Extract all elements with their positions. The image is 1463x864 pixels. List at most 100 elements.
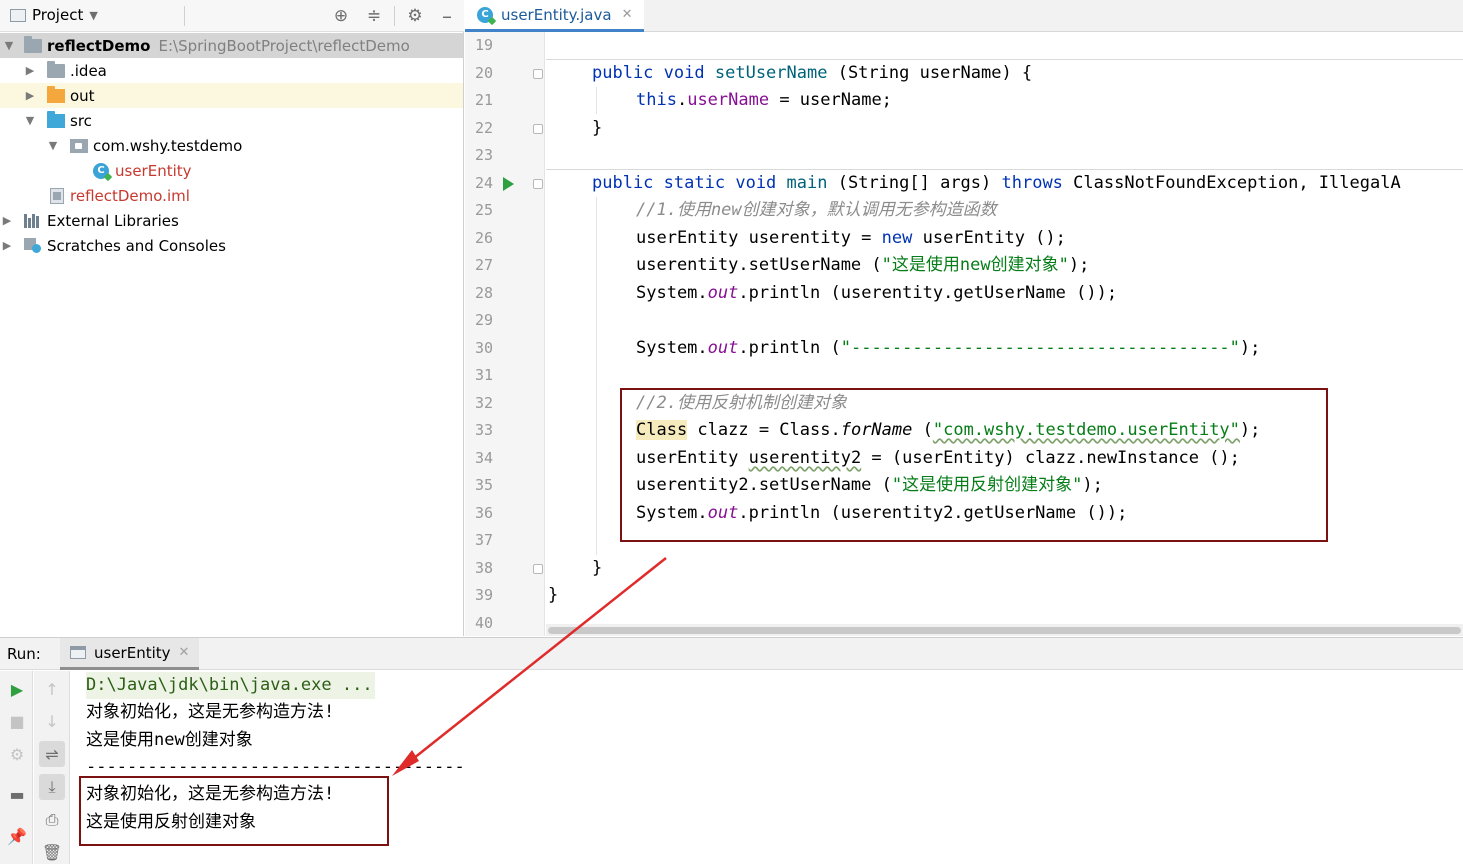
line-number: 19 xyxy=(474,36,493,54)
locate-file-icon[interactable]: ⊕ xyxy=(330,5,352,27)
collapsed-arrow-icon[interactable]: ▶ xyxy=(0,214,14,227)
tree-item-idea[interactable]: ▶ .idea xyxy=(0,58,463,83)
gear-icon[interactable]: ⚙ xyxy=(404,5,426,27)
line-number: 31 xyxy=(474,366,493,384)
java-class-icon: C xyxy=(93,162,109,179)
annotation-box-reflection-code xyxy=(620,388,1328,542)
collapse-all-icon[interactable]: ≑ xyxy=(363,5,385,27)
scratches-icon xyxy=(24,237,42,254)
run-toolbar-secondary: ↑ ↓ ⇌ ⤓ ⎙ 🗑 xyxy=(34,671,70,864)
editor-gutter: 19 20 21 22 23 24 25 26 27 28 29 30 31 3… xyxy=(465,32,545,636)
scroll-up-icon[interactable]: ↑ xyxy=(39,676,65,702)
trash-icon[interactable]: 🗑 xyxy=(39,839,65,864)
line-number: 23 xyxy=(474,146,493,164)
tree-item-out[interactable]: ▶ out xyxy=(0,83,463,108)
code-line-26: userEntity userentity = new userEntity (… xyxy=(636,228,1066,248)
run-tab-userentity[interactable]: userEntity ✕ xyxy=(60,638,200,670)
code-line-38: } xyxy=(592,558,603,578)
tree-item-label: reflectDemo xyxy=(47,36,151,55)
collapsed-arrow-icon[interactable]: ▶ xyxy=(23,89,37,102)
line-number: 28 xyxy=(474,284,493,302)
expanded-arrow-icon[interactable]: ▼ xyxy=(23,114,37,127)
header-divider xyxy=(394,6,395,26)
close-tab-icon[interactable]: ✕ xyxy=(622,7,633,22)
tree-item-external-libraries[interactable]: ▶ External Libraries xyxy=(0,208,463,233)
fold-marker-icon[interactable] xyxy=(533,69,543,79)
fold-marker-icon[interactable] xyxy=(533,564,543,574)
line-number: 36 xyxy=(474,504,493,522)
code-line-20: public void setUserName (String userName… xyxy=(592,63,1033,83)
close-tab-icon[interactable]: ✕ xyxy=(179,645,190,660)
print-icon[interactable]: ⎙ xyxy=(39,807,65,833)
tree-item-label: .idea xyxy=(70,61,107,80)
module-folder-icon xyxy=(24,35,42,53)
console-line-command[interactable]: D:\Java\jdk\bin\java.exe ... xyxy=(86,672,375,699)
hide-panel-icon[interactable]: – xyxy=(436,4,458,28)
run-gutter-icon[interactable] xyxy=(503,177,514,191)
tree-item-userentity[interactable]: C userEntity xyxy=(0,158,463,183)
indent-guide xyxy=(596,87,597,114)
line-number: 32 xyxy=(474,394,493,412)
package-icon xyxy=(70,138,88,153)
rerun-icon[interactable]: ▶ xyxy=(4,676,30,702)
fold-marker-icon[interactable] xyxy=(533,179,543,189)
collapsed-arrow-icon[interactable]: ▶ xyxy=(0,239,14,252)
scroll-down-icon[interactable]: ↓ xyxy=(39,708,65,734)
code-line-25: //1.使用new创建对象，默认调用无参构造函数 xyxy=(636,200,997,220)
line-number: 40 xyxy=(474,614,493,632)
code-editor[interactable]: public void setUserName (String userName… xyxy=(546,32,1463,636)
folder-icon xyxy=(47,60,65,78)
line-number: 34 xyxy=(474,449,493,467)
project-view-title: Project xyxy=(32,6,84,24)
libraries-icon xyxy=(24,213,42,228)
fold-marker-icon[interactable] xyxy=(533,124,543,134)
module-file-icon xyxy=(50,187,64,204)
code-line-27: userentity.setUserName ("这是使用new创建对象"); xyxy=(636,255,1090,275)
tree-item-package[interactable]: ▼ com.wshy.testdemo xyxy=(0,133,463,158)
code-line-22: } xyxy=(592,118,603,138)
project-header: Project ▼ ⊕ ≑ ⚙ – xyxy=(0,0,464,32)
line-number: 30 xyxy=(474,339,493,357)
chevron-down-icon: ▼ xyxy=(89,8,98,22)
soft-wrap-icon[interactable]: ⇌ xyxy=(39,741,65,767)
line-number: 26 xyxy=(474,229,493,247)
tree-item-label: Scratches and Consoles xyxy=(47,236,226,255)
expanded-arrow-icon[interactable]: ▼ xyxy=(46,139,60,152)
line-number: 20 xyxy=(474,64,493,82)
line-number: 27 xyxy=(474,256,493,274)
tree-item-iml[interactable]: reflectDemo.iml xyxy=(0,183,463,208)
tree-item-label: reflectDemo.iml xyxy=(70,186,190,205)
code-line-30: System.out.println ("-------------------… xyxy=(636,338,1261,358)
layout-icon[interactable]: ▬ xyxy=(4,781,30,807)
tree-item-reflectdemo[interactable]: ▼ reflectDemo E:\SpringBootProject\refle… xyxy=(0,33,463,58)
tree-item-src[interactable]: ▼ src xyxy=(0,108,463,133)
java-class-icon: C xyxy=(477,6,493,23)
console-line: 这是使用new创建对象 xyxy=(86,730,253,750)
tree-item-path: E:\SpringBootProject\reflectDemo xyxy=(158,36,410,55)
editor-tab-userentity[interactable]: C userEntity.java ✕ xyxy=(465,0,645,32)
run-tool-window-header: Run: userEntity ✕ xyxy=(0,637,1463,670)
expanded-arrow-icon[interactable]: ▼ xyxy=(2,39,16,52)
code-line-24: public static void main (String[] args) … xyxy=(592,173,1401,193)
excluded-folder-icon xyxy=(47,85,65,103)
project-view-selector[interactable]: Project ▼ xyxy=(10,6,98,24)
collapsed-arrow-icon[interactable]: ▶ xyxy=(23,64,37,77)
debug-settings-icon[interactable]: ⚙ xyxy=(4,741,30,767)
scroll-to-end-icon[interactable]: ⤓ xyxy=(39,774,65,800)
run-label: Run: xyxy=(7,645,41,663)
source-folder-icon xyxy=(47,110,65,128)
scrollbar-thumb[interactable] xyxy=(548,627,1461,634)
line-number: 22 xyxy=(474,119,493,137)
line-number: 35 xyxy=(474,476,493,494)
tree-item-label: userEntity xyxy=(115,161,192,180)
tree-item-label: out xyxy=(70,86,95,105)
stop-icon[interactable]: ■ xyxy=(4,708,30,734)
console-tab-icon xyxy=(70,646,86,659)
tree-item-scratches[interactable]: ▶ Scratches and Consoles xyxy=(0,233,463,258)
editor-horizontal-scrollbar[interactable] xyxy=(546,624,1463,636)
pin-icon[interactable]: 📌 xyxy=(4,823,30,849)
editor-tab-bar: C userEntity.java ✕ xyxy=(465,0,1463,32)
line-number: 39 xyxy=(474,586,493,604)
line-number: 25 xyxy=(474,201,493,219)
annotation-box-reflection-output xyxy=(79,776,389,846)
